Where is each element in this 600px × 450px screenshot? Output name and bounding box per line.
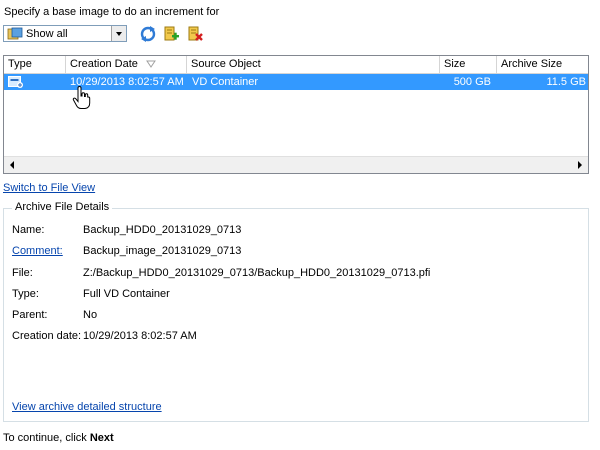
- cell-archive-size: 11.5 GB: [546, 76, 586, 88]
- switch-to-file-view-link[interactable]: Switch to File View: [3, 182, 95, 194]
- file-value: Z:/Backup_HDD0_20131029_0713/Backup_HDD0…: [83, 267, 431, 279]
- column-header-source-object[interactable]: Source Object: [187, 56, 440, 73]
- comment-link[interactable]: Comment:: [12, 245, 63, 257]
- add-archive-icon[interactable]: [162, 25, 180, 43]
- chevron-down-icon[interactable]: [111, 26, 126, 41]
- column-header-label: Creation Date: [70, 58, 138, 70]
- page-instruction: Specify a base image to do an increment …: [4, 6, 220, 18]
- refresh-icon[interactable]: [139, 25, 157, 43]
- filter-icon: [7, 27, 23, 40]
- type-value: Full VD Container: [83, 288, 170, 300]
- hand-pointer-icon: [72, 86, 91, 109]
- column-header-type[interactable]: Type: [4, 56, 66, 73]
- table-header: Type Creation Date Source Object Size Ar…: [4, 56, 588, 74]
- file-label: File:: [12, 267, 33, 279]
- column-header-creation-date[interactable]: Creation Date: [66, 56, 187, 73]
- parent-value: No: [83, 309, 98, 321]
- creation-date-label: Creation date:: [12, 330, 82, 342]
- type-label: Type:: [12, 288, 39, 300]
- filter-dropdown[interactable]: Show all: [3, 25, 127, 42]
- continue-prefix: To continue, click: [3, 432, 90, 444]
- filter-selected-value: Show all: [26, 28, 68, 40]
- horizontal-scrollbar[interactable]: [4, 156, 588, 173]
- scroll-left-icon[interactable]: [4, 157, 21, 173]
- archive-file-details-group: Archive File Details Name: Backup_HDD0_2…: [3, 201, 589, 422]
- cell-size: 500 GB: [453, 76, 491, 88]
- archive-table[interactable]: Type Creation Date Source Object Size Ar…: [3, 55, 589, 174]
- cell-source-object: VD Container: [192, 76, 259, 88]
- view-structure-link[interactable]: View archive detailed structure: [12, 401, 162, 413]
- creation-date-value: 10/29/2013 8:02:57 AM: [83, 330, 197, 342]
- parent-label: Parent:: [12, 309, 48, 321]
- name-label: Name:: [12, 224, 45, 236]
- continue-instruction: To continue, click Next: [3, 432, 114, 444]
- column-header-archive-size[interactable]: Archive Size: [497, 56, 588, 73]
- column-header-size[interactable]: Size: [440, 56, 497, 73]
- group-legend: Archive File Details: [12, 201, 113, 213]
- next-keyword: Next: [89, 432, 114, 444]
- sort-descending-icon: [146, 60, 156, 68]
- comment-value: Backup_image_20131029_0713: [83, 245, 242, 257]
- delete-archive-icon[interactable]: [186, 25, 204, 43]
- vd-container-icon: [8, 76, 23, 88]
- name-value: Backup_HDD0_20131029_0713: [83, 224, 242, 236]
- scroll-right-icon[interactable]: [571, 157, 588, 173]
